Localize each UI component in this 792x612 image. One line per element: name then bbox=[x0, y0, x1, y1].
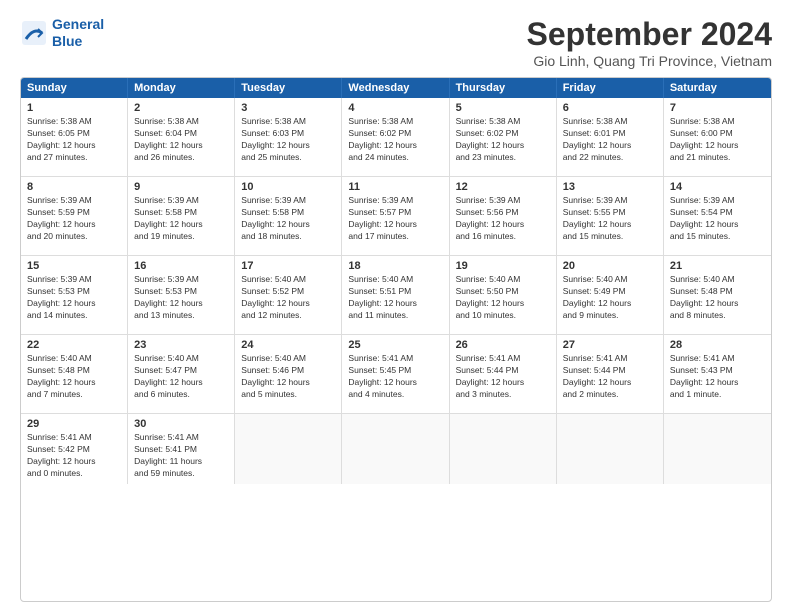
week-row-4: 22 Sunrise: 5:40 AMSunset: 5:48 PMDaylig… bbox=[21, 334, 771, 413]
header-thursday: Thursday bbox=[450, 78, 557, 98]
day-20: 20 Sunrise: 5:40 AMSunset: 5:49 PMDaylig… bbox=[557, 256, 664, 334]
main-title: September 2024 bbox=[527, 16, 772, 53]
day-17: 17 Sunrise: 5:40 AMSunset: 5:52 PMDaylig… bbox=[235, 256, 342, 334]
day-9: 9 Sunrise: 5:39 AMSunset: 5:58 PMDayligh… bbox=[128, 177, 235, 255]
header-sunday: Sunday bbox=[21, 78, 128, 98]
empty-cell-4 bbox=[557, 414, 664, 484]
day-6: 6 Sunrise: 5:38 AMSunset: 6:01 PMDayligh… bbox=[557, 98, 664, 176]
header: General Blue September 2024 Gio Linh, Qu… bbox=[20, 16, 772, 69]
day-5: 5 Sunrise: 5:38 AMSunset: 6:02 PMDayligh… bbox=[450, 98, 557, 176]
day-26: 26 Sunrise: 5:41 AMSunset: 5:44 PMDaylig… bbox=[450, 335, 557, 413]
day-28: 28 Sunrise: 5:41 AMSunset: 5:43 PMDaylig… bbox=[664, 335, 771, 413]
day-16: 16 Sunrise: 5:39 AMSunset: 5:53 PMDaylig… bbox=[128, 256, 235, 334]
header-tuesday: Tuesday bbox=[235, 78, 342, 98]
day-19: 19 Sunrise: 5:40 AMSunset: 5:50 PMDaylig… bbox=[450, 256, 557, 334]
day-12: 12 Sunrise: 5:39 AMSunset: 5:56 PMDaylig… bbox=[450, 177, 557, 255]
day-3: 3 Sunrise: 5:38 AMSunset: 6:03 PMDayligh… bbox=[235, 98, 342, 176]
day-18: 18 Sunrise: 5:40 AMSunset: 5:51 PMDaylig… bbox=[342, 256, 449, 334]
week-row-3: 15 Sunrise: 5:39 AMSunset: 5:53 PMDaylig… bbox=[21, 255, 771, 334]
day-11: 11 Sunrise: 5:39 AMSunset: 5:57 PMDaylig… bbox=[342, 177, 449, 255]
empty-cell-5 bbox=[664, 414, 771, 484]
week-row-1: 1 Sunrise: 5:38 AMSunset: 6:05 PMDayligh… bbox=[21, 98, 771, 176]
page: General Blue September 2024 Gio Linh, Qu… bbox=[0, 0, 792, 612]
day-22: 22 Sunrise: 5:40 AMSunset: 5:48 PMDaylig… bbox=[21, 335, 128, 413]
day-2: 2 Sunrise: 5:38 AMSunset: 6:04 PMDayligh… bbox=[128, 98, 235, 176]
day-4: 4 Sunrise: 5:38 AMSunset: 6:02 PMDayligh… bbox=[342, 98, 449, 176]
day-15: 15 Sunrise: 5:39 AMSunset: 5:53 PMDaylig… bbox=[21, 256, 128, 334]
day-30: 30 Sunrise: 5:41 AMSunset: 5:41 PMDaylig… bbox=[128, 414, 235, 484]
subtitle: Gio Linh, Quang Tri Province, Vietnam bbox=[527, 53, 772, 69]
day-1: 1 Sunrise: 5:38 AMSunset: 6:05 PMDayligh… bbox=[21, 98, 128, 176]
day-21: 21 Sunrise: 5:40 AMSunset: 5:48 PMDaylig… bbox=[664, 256, 771, 334]
week-row-5: 29 Sunrise: 5:41 AMSunset: 5:42 PMDaylig… bbox=[21, 413, 771, 484]
day-24: 24 Sunrise: 5:40 AMSunset: 5:46 PMDaylig… bbox=[235, 335, 342, 413]
day-25: 25 Sunrise: 5:41 AMSunset: 5:45 PMDaylig… bbox=[342, 335, 449, 413]
logo-icon bbox=[20, 19, 48, 47]
empty-cell-1 bbox=[235, 414, 342, 484]
calendar: Sunday Monday Tuesday Wednesday Thursday… bbox=[20, 77, 772, 602]
header-friday: Friday bbox=[557, 78, 664, 98]
day-14: 14 Sunrise: 5:39 AMSunset: 5:54 PMDaylig… bbox=[664, 177, 771, 255]
title-block: September 2024 Gio Linh, Quang Tri Provi… bbox=[527, 16, 772, 69]
week-row-2: 8 Sunrise: 5:39 AMSunset: 5:59 PMDayligh… bbox=[21, 176, 771, 255]
day-8: 8 Sunrise: 5:39 AMSunset: 5:59 PMDayligh… bbox=[21, 177, 128, 255]
logo: General Blue bbox=[20, 16, 104, 50]
header-wednesday: Wednesday bbox=[342, 78, 449, 98]
day-10: 10 Sunrise: 5:39 AMSunset: 5:58 PMDaylig… bbox=[235, 177, 342, 255]
calendar-header: Sunday Monday Tuesday Wednesday Thursday… bbox=[21, 78, 771, 98]
day-23: 23 Sunrise: 5:40 AMSunset: 5:47 PMDaylig… bbox=[128, 335, 235, 413]
day-29: 29 Sunrise: 5:41 AMSunset: 5:42 PMDaylig… bbox=[21, 414, 128, 484]
logo-text: General Blue bbox=[52, 16, 104, 50]
empty-cell-3 bbox=[450, 414, 557, 484]
day-7: 7 Sunrise: 5:38 AMSunset: 6:00 PMDayligh… bbox=[664, 98, 771, 176]
empty-cell-2 bbox=[342, 414, 449, 484]
header-monday: Monday bbox=[128, 78, 235, 98]
day-13: 13 Sunrise: 5:39 AMSunset: 5:55 PMDaylig… bbox=[557, 177, 664, 255]
day-27: 27 Sunrise: 5:41 AMSunset: 5:44 PMDaylig… bbox=[557, 335, 664, 413]
calendar-body: 1 Sunrise: 5:38 AMSunset: 6:05 PMDayligh… bbox=[21, 98, 771, 484]
header-saturday: Saturday bbox=[664, 78, 771, 98]
